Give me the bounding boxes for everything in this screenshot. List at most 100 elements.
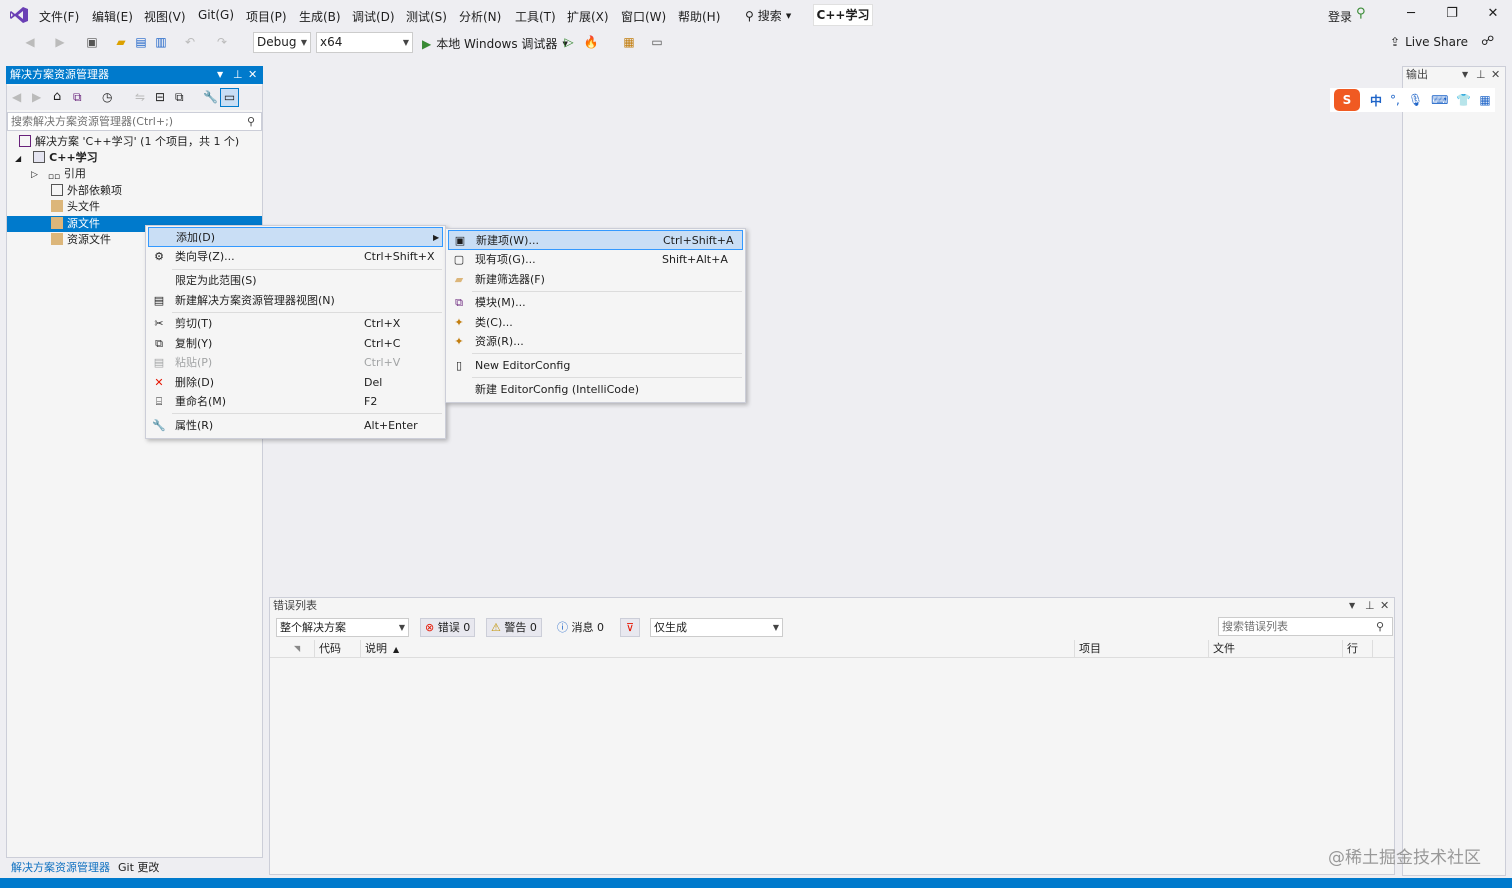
open-folder-icon[interactable]: ▰ bbox=[113, 34, 129, 50]
close-icon[interactable]: ✕ bbox=[1380, 597, 1389, 614]
menu-item-resource[interactable]: ✦ 资源(R)... bbox=[448, 332, 743, 352]
account-icon[interactable]: ⚲ bbox=[1356, 6, 1366, 21]
save-icon[interactable]: ▤ bbox=[133, 34, 149, 50]
menu-git[interactable]: Git(G) bbox=[198, 8, 234, 22]
build-filter-dropdown[interactable]: 仅生成 ▼ bbox=[650, 618, 783, 637]
menu-item-delete[interactable]: ✕ 删除(D) Del bbox=[148, 373, 443, 393]
filter-folder-icon bbox=[51, 233, 63, 245]
tab-git-changes[interactable]: Git 更改 bbox=[118, 859, 159, 875]
menu-item-class[interactable]: ✦ 类(C)... bbox=[448, 313, 743, 333]
switch-views-icon[interactable]: ⧉ bbox=[73, 90, 82, 105]
pending-changes-icon[interactable]: ◷ bbox=[102, 90, 112, 104]
new-project-icon[interactable]: ▣ bbox=[84, 34, 100, 50]
start-debugging-button[interactable]: ▶ 本地 Windows 调试器 ▼ bbox=[422, 35, 568, 52]
tree-item-solution[interactable]: 解决方案 'C++学习' (1 个项目，共 1 个) bbox=[7, 134, 262, 150]
column-description[interactable]: 说明 ▲ bbox=[360, 640, 399, 658]
column-code[interactable]: 代码 bbox=[314, 640, 341, 658]
browse-icon[interactable]: ▦ bbox=[621, 34, 637, 50]
chevron-down-icon[interactable]: ▼ bbox=[1349, 597, 1355, 614]
back-icon[interactable]: ◀ bbox=[12, 90, 21, 104]
visual-studio-logo-icon[interactable] bbox=[9, 6, 29, 24]
menu-analyze[interactable]: 分析(N) bbox=[459, 8, 501, 25]
menu-item-copy[interactable]: ⧉ 复制(Y) Ctrl+C bbox=[148, 334, 443, 354]
menu-item-add[interactable]: 添加(D) ▶ bbox=[148, 227, 443, 247]
column-file[interactable]: 文件 bbox=[1208, 640, 1235, 658]
search-icon[interactable]: ⚲ bbox=[247, 113, 255, 130]
pin-icon[interactable]: ⊥ bbox=[1476, 66, 1486, 84]
sync-icon[interactable]: ⇋ bbox=[135, 90, 145, 104]
forward-icon[interactable]: ▶ bbox=[32, 90, 41, 104]
error-list-search[interactable]: 搜索错误列表 ⚲ bbox=[1218, 617, 1393, 636]
menu-item-paste[interactable]: ▤ 粘贴(P) Ctrl+V bbox=[148, 353, 443, 373]
chevron-down-icon[interactable]: ▼ bbox=[217, 66, 223, 84]
layout-icon[interactable]: ▭ bbox=[649, 34, 665, 50]
menu-item-cut[interactable]: ✂ 剪切(T) Ctrl+X bbox=[148, 314, 443, 334]
menu-test[interactable]: 测试(S) bbox=[406, 8, 447, 25]
undo-icon[interactable]: ↶ bbox=[182, 34, 198, 50]
tree-item-header-files[interactable]: 头文件 bbox=[7, 199, 262, 215]
minimize-icon[interactable]: ─ bbox=[1401, 6, 1421, 24]
close-window-icon[interactable]: ✕ bbox=[1483, 6, 1503, 24]
show-all-files-icon[interactable]: ⧉ bbox=[175, 90, 184, 105]
menu-file[interactable]: 文件(F) bbox=[39, 8, 79, 25]
pin-icon[interactable]: ⊥ bbox=[233, 66, 243, 84]
menu-item-new-editorconfig-intellicode[interactable]: 新建 EditorConfig (IntelliCode) bbox=[448, 380, 743, 400]
menu-item-class-wizard[interactable]: ⚙ 类向导(Z)... Ctrl+Shift+X bbox=[148, 247, 443, 267]
menu-item-rename[interactable]: ⌸ 重命名(M) F2 bbox=[148, 392, 443, 412]
wrench-icon: 🔧 bbox=[152, 419, 166, 432]
menu-view[interactable]: 视图(V) bbox=[144, 8, 186, 25]
filter-toggle-icon[interactable]: ⊽ bbox=[620, 618, 640, 637]
preview-selected-icon[interactable]: ▭ bbox=[220, 88, 239, 107]
column-line[interactable]: 行 bbox=[1342, 640, 1358, 658]
nav-forward-icon[interactable]: ▶ bbox=[52, 34, 68, 50]
menu-item-new-editorconfig[interactable]: ▯ New EditorConfig bbox=[448, 356, 743, 376]
errors-filter-button[interactable]: ⊗ 错误 0 bbox=[420, 618, 476, 637]
live-share-button[interactable]: ⇪ Live Share bbox=[1390, 35, 1468, 49]
menu-item-properties[interactable]: 🔧 属性(R) Alt+Enter bbox=[148, 416, 443, 436]
ime-toolbar[interactable]: S 中 °, 🎙 ⌨ 👕 ▦ bbox=[1330, 88, 1495, 112]
menu-help[interactable]: 帮助(H) bbox=[678, 8, 720, 25]
menu-item-scope-to-this[interactable]: 限定为此范围(S) bbox=[148, 271, 443, 291]
menu-item-new-view[interactable]: ▤ 新建解决方案资源管理器视图(N) bbox=[148, 291, 443, 311]
global-search[interactable]: ⚲ 搜索 ▼ bbox=[745, 7, 791, 24]
tree-item-external-deps[interactable]: 外部依赖项 bbox=[7, 183, 262, 199]
start-without-debug-icon[interactable]: ▷ bbox=[561, 34, 577, 50]
menu-extensions[interactable]: 扩展(X) bbox=[567, 8, 609, 25]
menu-item-module[interactable]: ⧉ 模块(M)... bbox=[448, 293, 743, 313]
pin-icon[interactable]: ⊥ bbox=[1365, 597, 1375, 614]
close-icon[interactable]: ✕ bbox=[1491, 66, 1500, 84]
close-icon[interactable]: ✕ bbox=[248, 66, 257, 84]
menu-window[interactable]: 窗口(W) bbox=[621, 8, 666, 25]
tree-label: C++学习 bbox=[49, 151, 98, 164]
menu-item-new-item[interactable]: ▣ 新建项(W)... Ctrl+Shift+A bbox=[448, 230, 743, 250]
collapse-all-icon[interactable]: ⊟ bbox=[155, 90, 165, 104]
properties-wrench-icon[interactable]: 🔧 bbox=[203, 90, 218, 104]
login-link[interactable]: 登录 bbox=[1328, 8, 1352, 25]
save-all-icon[interactable]: ▥ bbox=[153, 34, 169, 50]
warnings-filter-button[interactable]: ⚠ 警告 0 bbox=[486, 618, 542, 637]
menu-tools[interactable]: 工具(T) bbox=[515, 8, 556, 25]
search-icon[interactable]: ⚲ bbox=[1376, 618, 1384, 635]
column-project[interactable]: 项目 bbox=[1074, 640, 1101, 658]
tab-solution-explorer[interactable]: 解决方案资源管理器 bbox=[11, 859, 110, 875]
solution-explorer-search[interactable]: 搜索解决方案资源管理器(Ctrl+;) ⚲ bbox=[7, 112, 262, 131]
tree-item-project[interactable]: ◢ C++学习 bbox=[7, 150, 262, 166]
menu-debug[interactable]: 调试(D) bbox=[352, 8, 395, 25]
menu-edit[interactable]: 编辑(E) bbox=[92, 8, 133, 25]
platform-dropdown[interactable]: x64 ▼ bbox=[316, 32, 413, 53]
menu-item-new-filter[interactable]: ▰ 新建筛选器(F) bbox=[448, 270, 743, 290]
nav-back-icon[interactable]: ◀ bbox=[22, 34, 38, 50]
messages-filter-button[interactable]: ⓘ 消息 0 bbox=[552, 618, 609, 637]
redo-icon[interactable]: ↷ bbox=[214, 34, 230, 50]
configuration-dropdown[interactable]: Debug ▼ bbox=[253, 32, 311, 53]
menu-build[interactable]: 生成(B) bbox=[299, 8, 341, 25]
menu-project[interactable]: 项目(P) bbox=[246, 8, 287, 25]
chevron-down-icon[interactable]: ▼ bbox=[1462, 66, 1468, 84]
feedback-icon[interactable]: ☍ bbox=[1481, 34, 1494, 49]
scope-dropdown[interactable]: 整个解决方案 ▼ bbox=[276, 618, 409, 637]
restore-icon[interactable]: ❐ bbox=[1442, 6, 1462, 24]
menu-item-existing-item[interactable]: ▢ 现有项(G)... Shift+Alt+A bbox=[448, 250, 743, 270]
hot-reload-icon[interactable]: 🔥 bbox=[583, 34, 599, 50]
home-icon[interactable]: ⌂ bbox=[53, 89, 61, 104]
tree-item-references[interactable]: ▷ ▫▫ 引用 bbox=[7, 166, 262, 182]
